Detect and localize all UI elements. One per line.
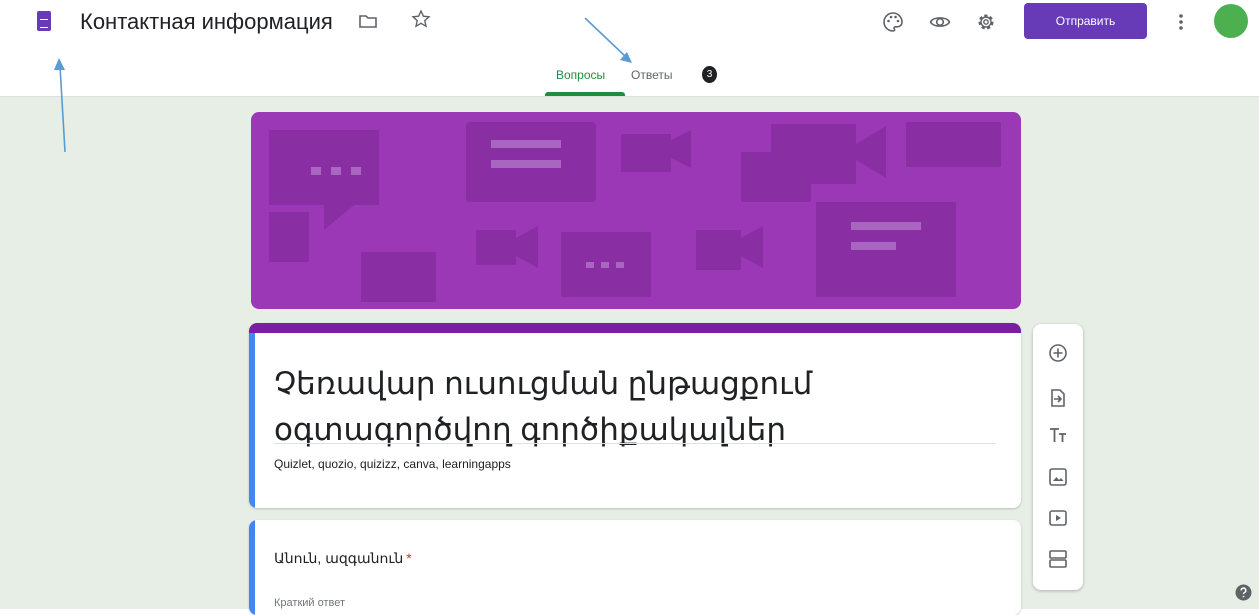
card-focus-indicator [249, 520, 255, 615]
folder-icon[interactable] [358, 11, 378, 31]
question-label[interactable]: Անուն, ազգանուն * [274, 550, 412, 567]
form-description[interactable]: Quizlet, quozio, quizizz, canva, learnin… [274, 457, 511, 471]
card-focus-indicator [249, 333, 255, 508]
responses-count-badge: 3 [702, 66, 717, 83]
form-title[interactable]: Չեռավար ուսուցման ընթացքում օգտագործվող … [274, 361, 1004, 453]
required-asterisk: * [406, 550, 412, 566]
forms-app-icon[interactable] [37, 11, 51, 31]
eye-icon[interactable] [929, 11, 951, 33]
add-image-icon[interactable] [1047, 466, 1069, 488]
title-divider [274, 443, 996, 444]
gear-icon[interactable] [975, 11, 997, 33]
question-card[interactable]: Անուն, ազգանուն * Краткий ответ [249, 520, 1021, 615]
more-vert-icon[interactable] [1174, 11, 1188, 33]
question-text: Անուն, ազգանուն [274, 550, 404, 566]
card-top-accent [249, 323, 1021, 333]
send-button[interactable]: Отправить [1024, 3, 1147, 39]
short-answer-placeholder: Краткий ответ [274, 597, 346, 609]
add-video-icon[interactable] [1047, 507, 1069, 529]
floating-toolbar [1033, 324, 1083, 590]
header-banner-image [251, 112, 1021, 309]
form-title-card[interactable]: Չեռավար ուսուցման ընթացքում օգտագործվող … [249, 323, 1021, 508]
star-icon[interactable] [411, 9, 431, 29]
add-question-icon[interactable] [1047, 342, 1069, 364]
top-bar: Контактная информация Отправить Вопросы … [0, 0, 1259, 97]
import-questions-icon[interactable] [1047, 387, 1069, 409]
add-title-icon[interactable] [1047, 424, 1069, 446]
avatar[interactable] [1214, 4, 1248, 38]
active-tab-indicator [545, 92, 625, 96]
help-icon[interactable] [1235, 584, 1252, 601]
tab-questions[interactable]: Вопросы [556, 67, 605, 83]
palette-icon[interactable] [882, 11, 904, 33]
add-section-icon[interactable] [1047, 548, 1069, 570]
tab-answers[interactable]: Ответы [631, 67, 672, 83]
document-title[interactable]: Контактная информация [80, 8, 333, 36]
